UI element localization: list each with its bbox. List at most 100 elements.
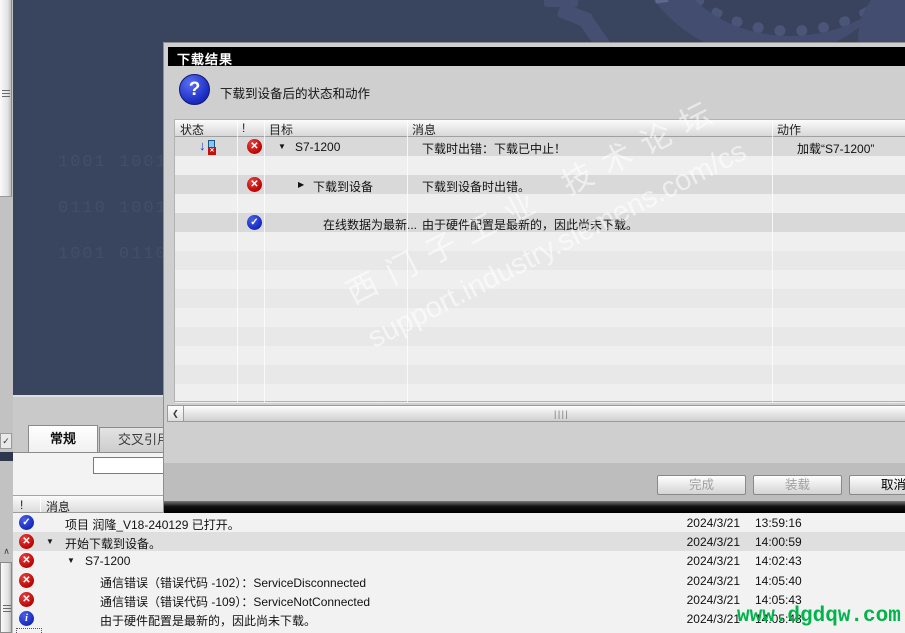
message-row[interactable]: ✕ ▼ S7-1200 2024/3/21 14:02:43 <box>13 551 905 571</box>
message-time: 14:05:40 <box>755 573 802 588</box>
target-cell: 下载到设备 <box>313 180 374 194</box>
message-cell: 由于硬件配置是最新的，因此尚未下载。 <box>422 218 639 232</box>
empty-table-row[interactable] <box>175 308 905 327</box>
collapse-up-icon[interactable]: ∧ <box>1 546 12 557</box>
empty-table-row[interactable] <box>175 289 905 308</box>
dialog-subtitle: 下载到设备后的状态和动作 <box>220 87 371 101</box>
dialog-title: 下载结果 <box>177 52 234 67</box>
column-separator <box>237 120 238 403</box>
error-icon: ✕ <box>247 139 262 154</box>
site-watermark: www.dgdqw.com <box>737 605 901 628</box>
error-icon: ✕ <box>19 534 34 550</box>
result-row-download-to-device[interactable]: ✕ ▶ 下载到设备 下载到设备时出错。 <box>175 175 905 194</box>
dialog-button-strip: 完成 装载 取消 <box>164 463 905 501</box>
target-cell: 在线数据为最新... <box>323 218 418 232</box>
message-text: 由于硬件配置是最新的，因此尚未下载。 <box>100 614 317 628</box>
message-date: 2024/3/21 <box>686 592 740 607</box>
info-icon: i <box>19 611 34 626</box>
message-time: 14:02:43 <box>755 554 802 569</box>
message-text: 项目 润隆_V18-240129 已打开。 <box>65 518 240 532</box>
help-icon: ? <box>179 74 210 105</box>
col-message: 消息 <box>412 123 437 137</box>
empty-table-row[interactable] <box>175 365 905 384</box>
col-status: 状态 <box>180 123 205 137</box>
error-icon: ✕ <box>19 572 34 588</box>
column-separator <box>40 496 41 512</box>
empty-table-row[interactable] <box>175 384 905 403</box>
splitter-grip-icon <box>2 90 10 98</box>
success-icon: ✓ <box>247 215 262 230</box>
col-target: 目标 <box>269 123 294 137</box>
rail-divider <box>0 452 13 461</box>
message-cell: 下载到设备时出错。 <box>422 180 531 194</box>
scroll-left-button[interactable]: ❮ <box>168 406 184 421</box>
column-separator <box>264 120 265 403</box>
empty-table-row[interactable] <box>175 232 905 251</box>
result-row-s7-1200[interactable]: ↓ ✕ ✕ ▼ S7-1200 下载时出错：下载已中止！ 加载“S7-1200” <box>175 137 905 156</box>
dialog-title-bar[interactable]: 下载结果 <box>168 47 905 67</box>
gear-circle-right <box>858 0 905 48</box>
message-time: 13:59:16 <box>755 516 802 530</box>
expander-open-icon[interactable]: ▼ <box>46 537 54 546</box>
action-cell: 加载“S7-1200” <box>797 142 875 156</box>
column-separator <box>407 120 408 403</box>
message-date: 2024/3/21 <box>686 535 740 550</box>
message-row[interactable]: ✕ 通信错误（错误代码 -102）：ServiceDisconnected 20… <box>13 570 905 590</box>
empty-table-row[interactable] <box>175 156 905 175</box>
gear-graphic <box>520 0 905 48</box>
tab-general[interactable]: 常规 <box>28 425 98 452</box>
message-text: S7-1200 <box>85 554 131 569</box>
expander-closed-icon[interactable]: ▶ <box>298 180 304 189</box>
message-time: 14:00:59 <box>755 535 802 550</box>
bottom-splitter-bar[interactable] <box>0 562 12 633</box>
empty-table-row[interactable] <box>175 327 905 346</box>
download-error-status-icon: ↓ ✕ <box>199 138 217 155</box>
message-date: 2024/3/21 <box>686 573 740 588</box>
scrollbar-grip-icon[interactable]: |||| <box>554 409 569 419</box>
empty-table-row[interactable] <box>175 346 905 365</box>
empty-table-row[interactable] <box>175 194 905 213</box>
download-result-table: 状态 ! 目标 消息 动作 ↓ ✕ ✕ ▼ S7-1200 下载时出错：下载已中… <box>174 119 905 403</box>
gear-tooth <box>544 0 578 7</box>
expander-open-icon[interactable]: ▼ <box>278 142 286 151</box>
target-cell: S7-1200 <box>295 140 341 154</box>
empty-table-row[interactable] <box>175 251 905 270</box>
message-row[interactable]: ✕ ▼ 开始下载到设备。 2024/3/21 14:00:59 <box>13 532 905 552</box>
dialog-bottom-edge <box>164 501 905 513</box>
error-badge-icon: ✕ <box>208 147 216 155</box>
edge-check-icon[interactable]: ✓ <box>0 433 12 449</box>
horizontal-scrollbar[interactable]: ❮ |||| <box>167 405 905 422</box>
table-header[interactable]: 状态 ! 目标 消息 动作 <box>175 120 905 137</box>
load-button[interactable]: 装载 <box>753 475 842 495</box>
column-separator <box>772 120 773 403</box>
col-action: 动作 <box>777 123 802 137</box>
error-icon: ✕ <box>19 553 34 569</box>
error-icon: ✕ <box>19 591 34 607</box>
tia-portal-screen: { "dialog": { "title": "下载结果", "subtitle… <box>0 0 905 633</box>
expander-open-icon[interactable]: ▼ <box>67 556 75 565</box>
download-results-dialog: 下载结果 ? 下载到设备后的状态和动作 状态 ! 目标 消息 动作 ↓ ✕ ✕ … <box>163 42 905 513</box>
message-row[interactable]: ✓ 项目 润隆_V18-240129 已打开。 2024/3/21 13:59:… <box>13 513 905 533</box>
binary-texture: 1001 1001 0110 1001 1001 0110 <box>58 153 168 264</box>
left-splitter-bar[interactable] <box>0 0 12 197</box>
message-date: 2024/3/21 <box>686 516 740 530</box>
cancel-button[interactable]: 取消 <box>849 475 905 495</box>
message-text: 开始下载到设备。 <box>65 537 162 552</box>
error-icon: ✕ <box>247 177 262 192</box>
result-row-online-data[interactable]: ✓ 在线数据为最新... 由于硬件配置是最新的，因此尚未下载。 <box>175 213 905 232</box>
message-date: 2024/3/21 <box>686 554 740 569</box>
focus-rectangle <box>16 628 42 633</box>
col-alert: ! <box>242 121 246 135</box>
partial-message-row[interactable] <box>13 628 905 633</box>
alert-column-header: ! <box>20 498 24 512</box>
message-text: 通信错误（错误代码 -109）：ServiceNotConnected <box>100 594 371 609</box>
message-text: 通信错误（错误代码 -102）：ServiceDisconnected <box>100 575 367 590</box>
left-rail: ✓ ∧ <box>0 0 13 633</box>
tab-general-label: 常规 <box>49 431 76 446</box>
success-icon: ✓ <box>19 515 34 530</box>
message-cell: 下载时出错：下载已中止！ <box>422 142 567 156</box>
download-arrow-icon: ↓ <box>199 138 206 153</box>
finish-button[interactable]: 完成 <box>657 475 746 495</box>
message-date: 2024/3/21 <box>686 612 740 626</box>
empty-table-row[interactable] <box>175 270 905 289</box>
